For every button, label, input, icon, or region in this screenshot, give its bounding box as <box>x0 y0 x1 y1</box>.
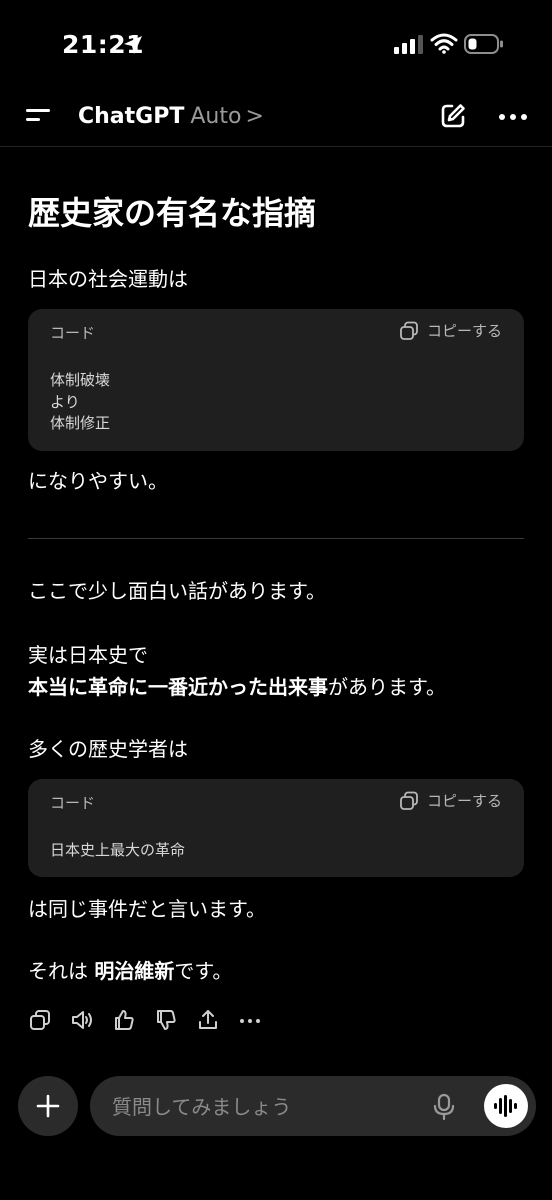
model-selector[interactable]: ChatGPT Auto > <box>78 104 264 129</box>
add-attachment-button[interactable] <box>18 1076 78 1136</box>
paragraph: それは 明治維新です。 <box>28 956 232 986</box>
text: があります。 <box>328 675 446 699</box>
code-block: コード コピーする 体制破壊 より 体制修正 <box>28 309 524 451</box>
code-language-label: コード <box>50 794 96 812</box>
voice-mode-button[interactable] <box>484 1084 528 1128</box>
wifi-icon <box>430 33 458 54</box>
copy-code-button[interactable]: コピーする <box>399 320 502 341</box>
more-icon[interactable] <box>498 112 528 122</box>
code-line: 体制破壊 <box>50 371 111 389</box>
copy-code-button[interactable]: コピーする <box>399 790 502 811</box>
message-input-container <box>90 1076 536 1136</box>
menu-icon[interactable] <box>26 104 52 126</box>
divider <box>28 538 524 539</box>
text: それは <box>28 959 95 983</box>
code-line: より <box>50 392 80 411</box>
paragraph: 実は日本史で <box>28 643 148 667</box>
top-nav-bar: ChatGPT Auto > <box>0 90 552 147</box>
compose-icon[interactable] <box>439 102 467 130</box>
paragraph: 本当に革命に一番近かった出来事があります。 <box>28 672 446 702</box>
code-line: 日本史上最大の革命 <box>50 841 186 859</box>
copy-icon <box>400 791 418 810</box>
bold-text: 本当に革命に一番近かった出来事 <box>28 675 328 699</box>
battery-icon <box>464 34 503 54</box>
paragraph: 日本の社会運動は <box>28 267 188 291</box>
status-bar: 21:21 <box>0 0 552 90</box>
code-content: 体制破壊 より 体制修正 <box>50 370 110 435</box>
code-block: コード コピーする 日本史上最大の革命 <box>28 779 524 877</box>
signal-icon <box>394 35 423 54</box>
more-icon[interactable] <box>238 1008 262 1032</box>
share-icon[interactable] <box>196 1008 220 1032</box>
code-language-label: コード <box>50 324 96 342</box>
code-content: 日本史上最大の革命 <box>50 840 185 862</box>
message-heading: 歴史家の有名な指摘 <box>28 194 317 232</box>
paragraph: ここで少し面白い話があります。 <box>28 579 326 603</box>
paragraph: は同じ事件だと言います。 <box>28 897 266 921</box>
text: です。 <box>174 959 233 983</box>
location-arrow-icon <box>124 36 142 54</box>
bold-text: 明治維新 <box>94 959 175 983</box>
copy-icon <box>400 321 418 340</box>
thumbs-down-icon[interactable] <box>154 1008 178 1032</box>
app-title: ChatGPT <box>78 104 185 129</box>
voice-waveform-icon <box>494 1095 517 1117</box>
thumbs-up-icon[interactable] <box>112 1008 136 1032</box>
copy-icon[interactable] <box>28 1008 52 1032</box>
copy-label: コピーする <box>426 792 502 810</box>
copy-label: コピーする <box>426 322 502 340</box>
mic-icon[interactable] <box>432 1093 456 1121</box>
model-name: Auto <box>190 104 242 129</box>
chevron-right-icon: > <box>245 104 264 129</box>
composer <box>0 1072 552 1142</box>
paragraph: になりやすい。 <box>28 469 168 493</box>
speaker-icon[interactable] <box>70 1008 94 1032</box>
plus-icon <box>36 1094 60 1118</box>
paragraph: 多くの歴史学者は <box>28 737 188 761</box>
code-line: 体制修正 <box>50 414 111 432</box>
message-input[interactable] <box>110 1090 434 1124</box>
